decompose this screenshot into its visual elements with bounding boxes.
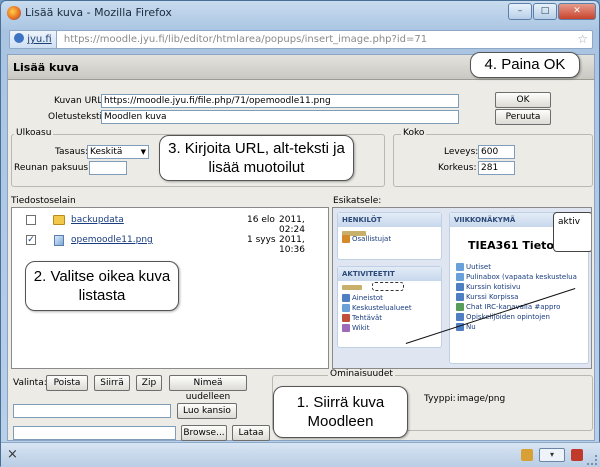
- preview-activities-header: AKTIVITEETIT: [338, 267, 441, 281]
- file-date: 2011, 10:36: [279, 235, 305, 255]
- bookmark-star-icon[interactable]: ☆: [577, 31, 588, 48]
- site-identity-badge[interactable]: jyu.fi: [10, 31, 57, 48]
- width-label: Leveys:: [444, 147, 479, 157]
- people-icon: [342, 235, 350, 243]
- type-label: Tyyppi:: [424, 394, 456, 404]
- image-file-icon: [54, 235, 64, 246]
- delete-button[interactable]: Poista: [46, 375, 88, 391]
- preview-people-block: HENKILÖT Osallistujat: [337, 212, 442, 260]
- file-name-link[interactable]: backupdata: [71, 215, 124, 225]
- page-icon: [456, 283, 464, 291]
- activity-link: Tehtävät: [352, 314, 383, 322]
- blurred-label: [372, 282, 404, 291]
- new-folder-input[interactable]: [13, 404, 171, 418]
- image-url-input[interactable]: https://moodle.jyu.fi/file.php/71/opemoo…: [101, 94, 459, 108]
- week-item: Kurssi Korpissa: [466, 293, 519, 301]
- type-value: image/png: [457, 394, 506, 404]
- firefox-icon: [7, 6, 21, 20]
- forum-icon: [456, 273, 464, 281]
- callout-step2: 2. Valitse oikea kuva listasta: [25, 261, 179, 311]
- maximize-button[interactable]: □: [533, 3, 557, 20]
- status-addon-icon: [571, 449, 583, 461]
- align-label: Tasaus:: [55, 147, 89, 157]
- participants-link: Osallistujat: [352, 235, 392, 243]
- callout-step3: 3. Kirjoita URL, alt-teksti ja lisää muo…: [159, 135, 354, 181]
- wiki-icon: [342, 324, 350, 332]
- create-folder-button[interactable]: Luo kansio: [177, 403, 237, 419]
- status-addon-icon: ▾: [539, 448, 565, 462]
- file-browser-label: Tiedostoselain: [11, 196, 76, 206]
- ok-button[interactable]: OK: [495, 92, 551, 108]
- alt-text-input[interactable]: Moodlen kuva: [101, 110, 459, 124]
- page-icon: [456, 313, 464, 321]
- url-label: Kuvan URL:: [54, 96, 106, 106]
- browse-button[interactable]: Browse...: [181, 425, 227, 441]
- file-row[interactable]: backupdata 16 elo 2011, 02:24: [12, 213, 328, 235]
- assignment-icon: [342, 314, 350, 322]
- selection-label: Valinta:: [13, 378, 47, 388]
- preview-people-header: HENKILÖT: [338, 213, 441, 227]
- chevron-down-icon: ▼: [140, 148, 146, 156]
- resource-icon: [342, 294, 350, 302]
- news-icon: [456, 263, 464, 271]
- edit-icons: [342, 285, 362, 290]
- height-input[interactable]: 281: [478, 161, 515, 175]
- week-item: Kurssin kotisivu: [466, 283, 521, 291]
- file-upload-input[interactable]: [13, 426, 176, 440]
- window-title: Lisää kuva - Mozilla Firefox: [25, 6, 172, 19]
- activity-link: Wikit: [352, 324, 370, 332]
- file-checkbox[interactable]: [26, 215, 36, 225]
- border-label: Reunan paksuus:: [14, 163, 92, 173]
- week-item: Uutiset: [466, 263, 491, 271]
- file-row[interactable]: ✓ opemoodle11.png 1 syys 2011, 10:36: [12, 233, 328, 255]
- minimize-button[interactable]: –: [508, 3, 532, 20]
- preview-callout: aktiv: [553, 212, 591, 252]
- firefox-window: Lisää kuva - Mozilla Firefox – □ ✕ jyu.f…: [0, 0, 600, 467]
- close-window-button[interactable]: ✕: [558, 3, 596, 20]
- close-glyph[interactable]: ×: [7, 447, 18, 462]
- activity-link: Aineistot: [352, 294, 383, 302]
- forum-icon: [342, 304, 350, 312]
- height-label: Korkeus:: [438, 163, 477, 173]
- file-name-link[interactable]: opemoodle11.png: [71, 235, 153, 245]
- chat-icon: [456, 303, 464, 311]
- width-input[interactable]: 600: [478, 145, 515, 159]
- status-bar: × ▾: [1, 442, 600, 467]
- cancel-button[interactable]: Peruuta: [495, 109, 551, 125]
- preview-label: Esikatsele:: [333, 196, 382, 206]
- address-bar[interactable]: jyu.fi https://moodle.jyu.fi/lib/editor/…: [9, 30, 593, 49]
- file-size: 1 syys: [247, 235, 276, 245]
- upload-button[interactable]: Lataa: [232, 425, 270, 441]
- globe-icon: [14, 33, 24, 43]
- size-legend: Koko: [401, 128, 427, 138]
- file-checkbox-checked[interactable]: ✓: [26, 235, 36, 245]
- move-button[interactable]: Siirrä: [94, 375, 130, 391]
- week-item: Nu: [466, 323, 476, 331]
- preview-pane: HENKILÖT Osallistujat AKTIVITEETIT Ainei…: [332, 207, 592, 369]
- rename-button[interactable]: Nimeä uudelleen: [169, 375, 247, 402]
- activity-link: Keskustelualueet: [352, 304, 412, 312]
- align-select[interactable]: Keskitä ▼: [87, 145, 149, 159]
- week-item: Pulinabox (vapaata keskustelua: [466, 273, 577, 281]
- url-text: https://moodle.jyu.fi/lib/editor/htmlare…: [63, 34, 428, 45]
- alt-label: Oletusteksti:: [48, 112, 106, 122]
- file-size: 16 elo: [247, 215, 275, 225]
- callout-step1: 1. Siirrä kuva Moodleen: [273, 386, 408, 438]
- folder-icon: [53, 215, 65, 225]
- title-bar: Lisää kuva - Mozilla Firefox – □ ✕: [1, 1, 600, 25]
- status-addon-icon: [521, 449, 533, 461]
- callout-step4: 4. Paina OK: [470, 52, 580, 78]
- zip-button[interactable]: Zip: [136, 375, 162, 391]
- site-domain: jyu.fi: [27, 34, 52, 45]
- page-icon: [456, 293, 464, 301]
- dialog-content: Lisää kuva Kuvan URL: https://moodle.jyu…: [7, 54, 595, 441]
- resize-grip-icon: [587, 455, 597, 465]
- layout-legend: Ulkoasu: [14, 128, 54, 138]
- properties-legend: Ominaisuudet: [328, 369, 395, 379]
- border-width-input[interactable]: [89, 161, 127, 175]
- align-select-value: Keskitä: [90, 147, 123, 157]
- file-date: 2011, 02:24: [279, 215, 305, 235]
